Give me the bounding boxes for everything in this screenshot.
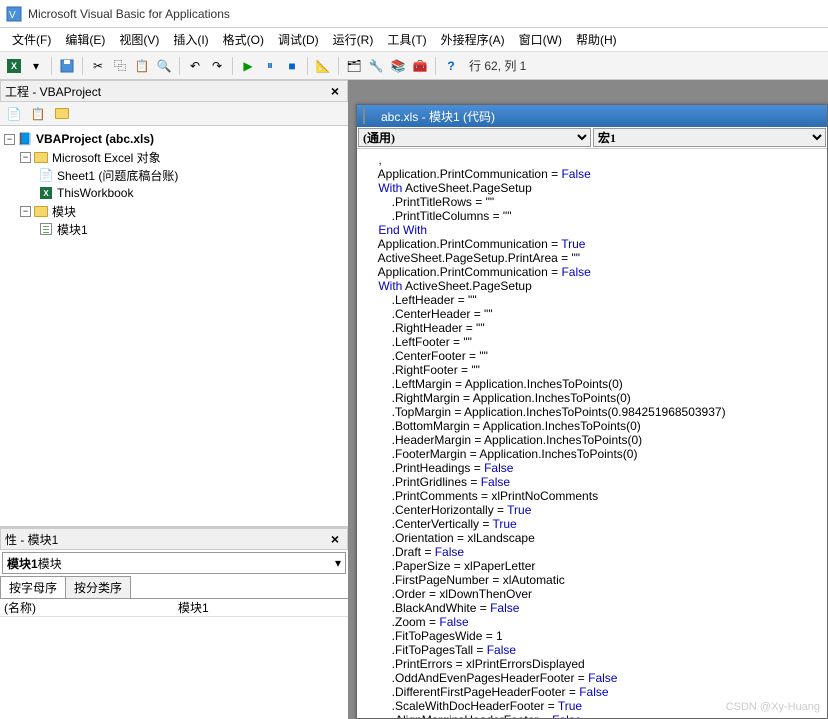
collapse-icon[interactable]: − — [20, 206, 31, 217]
menu-format[interactable]: 格式(O) — [217, 29, 270, 50]
object-dropdown[interactable]: (通用) — [358, 128, 591, 147]
object-type: 模块 — [38, 555, 62, 572]
app-icon: V — [6, 6, 22, 22]
menu-insert[interactable]: 插入(I) — [167, 29, 214, 50]
project-explorer-header: 工程 - VBAProject × — [0, 80, 348, 102]
folder-icon — [33, 203, 49, 219]
tree-label[interactable]: 模块1 — [57, 221, 88, 238]
separator — [307, 57, 308, 75]
object-selector[interactable]: 模块1 模块 ▾ — [2, 552, 346, 574]
menu-addins[interactable]: 外接程序(A) — [435, 29, 511, 50]
tree-label[interactable]: Sheet1 (问题底稿台账) — [57, 167, 178, 184]
tree-sheet1[interactable]: 📄 Sheet1 (问题底稿台账) — [4, 166, 344, 184]
find-button[interactable]: 🔍 — [154, 56, 174, 76]
collapse-icon[interactable]: − — [20, 152, 31, 163]
code-window-titlebar[interactable]: abc.xls - 模块1 (代码) — [357, 105, 827, 127]
property-row[interactable]: (名称) 模块1 — [0, 599, 348, 617]
reset-button[interactable]: ■ — [282, 56, 302, 76]
design-mode-button[interactable]: 📐 — [313, 56, 333, 76]
tree-label[interactable]: ThisWorkbook — [57, 186, 133, 200]
properties-title: 性 - 模块1 — [5, 531, 58, 548]
paste-button[interactable]: 📋 — [132, 56, 152, 76]
tree-label[interactable]: VBAProject (abc.xls) — [36, 132, 154, 146]
separator — [338, 57, 339, 75]
procedure-dropdown[interactable]: 宏1 — [593, 128, 826, 147]
property-value[interactable]: 模块1 — [174, 599, 348, 616]
menu-help[interactable]: 帮助(H) — [570, 29, 623, 50]
toolbox-button[interactable]: 🧰 — [410, 56, 430, 76]
property-name: (名称) — [0, 599, 174, 616]
code-window-title: abc.xls - 模块1 (代码) — [381, 108, 495, 125]
tree-module1[interactable]: 模块1 — [4, 220, 344, 238]
mdi-area: abc.xls - 模块1 (代码) (通用) 宏1 , Application… — [348, 80, 828, 719]
close-icon[interactable]: × — [327, 531, 343, 547]
folder-icon — [33, 149, 49, 165]
properties-panel: 性 - 模块1 × 模块1 模块 ▾ 按字母序 按分类序 (名称) 模块1 — [0, 526, 348, 719]
tree-label[interactable]: 模块 — [52, 203, 76, 220]
separator — [435, 57, 436, 75]
menu-view[interactable]: 视图(V) — [113, 29, 165, 50]
view-code-button[interactable]: 📄 — [4, 104, 24, 124]
separator — [179, 57, 180, 75]
view-object-button[interactable]: 📋 — [28, 104, 48, 124]
object-name: 模块1 — [7, 555, 38, 572]
title-bar: V Microsoft Visual Basic for Application… — [0, 0, 828, 28]
tree-root[interactable]: − 📘 VBAProject (abc.xls) — [4, 130, 344, 148]
save-button[interactable] — [57, 56, 77, 76]
project-explorer-title: 工程 - VBAProject — [5, 83, 101, 100]
run-button[interactable]: ▶ — [238, 56, 258, 76]
properties-button[interactable]: 🔧 — [366, 56, 386, 76]
tree-modules-folder[interactable]: − 模块 — [4, 202, 344, 220]
project-toolbar: 📄 📋 — [0, 102, 348, 126]
tab-categorized[interactable]: 按分类序 — [65, 576, 131, 598]
tree-excel-objects[interactable]: − Microsoft Excel 对象 — [4, 148, 344, 166]
project-explorer-button[interactable]: 🗂 — [344, 56, 364, 76]
toggle-folders-button[interactable] — [52, 104, 72, 124]
break-button[interactable]: ⏸ — [260, 56, 280, 76]
menu-window[interactable]: 窗口(W) — [513, 29, 568, 50]
menu-tools[interactable]: 工具(T) — [381, 29, 432, 50]
project-icon: 📘 — [17, 131, 33, 147]
redo-button[interactable]: ↷ — [207, 56, 227, 76]
workbook-icon: X — [38, 185, 54, 201]
separator — [232, 57, 233, 75]
menu-debug[interactable]: 调试(D) — [272, 29, 325, 50]
code-dropdowns: (通用) 宏1 — [357, 127, 827, 149]
close-icon[interactable]: × — [327, 83, 343, 99]
object-browser-button[interactable]: 📚 — [388, 56, 408, 76]
menu-bar: 文件(F) 编辑(E) 视图(V) 插入(I) 格式(O) 调试(D) 运行(R… — [0, 28, 828, 52]
excel-button[interactable]: X — [4, 56, 24, 76]
cut-button[interactable]: ✂ — [88, 56, 108, 76]
property-grid[interactable]: (名称) 模块1 — [0, 599, 348, 719]
menu-run[interactable]: 运行(R) — [327, 29, 380, 50]
window-title: Microsoft Visual Basic for Applications — [28, 7, 230, 21]
menu-file[interactable]: 文件(F) — [6, 29, 57, 50]
undo-button[interactable]: ↶ — [185, 56, 205, 76]
dropdown-icon[interactable]: ▾ — [26, 56, 46, 76]
svg-text:V: V — [9, 10, 16, 21]
cursor-position: 行 62, 列 1 — [469, 57, 526, 74]
code-editor[interactable]: , Application.PrintCommunication = False… — [357, 149, 827, 718]
tab-alphabetic[interactable]: 按字母序 — [0, 576, 66, 598]
module-icon — [363, 109, 377, 123]
sheet-icon: 📄 — [38, 167, 54, 183]
module-icon — [38, 221, 54, 237]
separator — [82, 57, 83, 75]
tree-thisworkbook[interactable]: X ThisWorkbook — [4, 184, 344, 202]
help-button[interactable]: ? — [441, 56, 461, 76]
tree-label[interactable]: Microsoft Excel 对象 — [52, 149, 161, 166]
menu-edit[interactable]: 编辑(E) — [59, 29, 111, 50]
property-tabs: 按字母序 按分类序 — [0, 576, 348, 599]
collapse-icon[interactable]: − — [4, 134, 15, 145]
dropdown-icon[interactable]: ▾ — [335, 556, 341, 570]
code-window: abc.xls - 模块1 (代码) (通用) 宏1 , Application… — [356, 104, 828, 719]
separator — [51, 57, 52, 75]
toolbar: X ▾ ✂ ⿻ 📋 🔍 ↶ ↷ ▶ ⏸ ■ 📐 🗂 🔧 📚 🧰 ? 行 62, … — [0, 52, 828, 80]
copy-button[interactable]: ⿻ — [110, 56, 130, 76]
project-tree[interactable]: − 📘 VBAProject (abc.xls) − Microsoft Exc… — [0, 126, 348, 526]
properties-header: 性 - 模块1 × — [0, 528, 348, 550]
